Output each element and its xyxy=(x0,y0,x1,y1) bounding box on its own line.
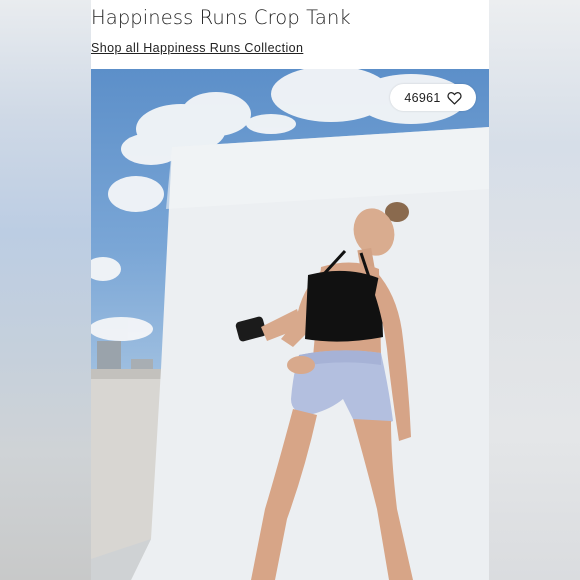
blurred-backdrop-right xyxy=(489,0,580,580)
product-card: Happiness Runs Crop Tank Shop all Happin… xyxy=(91,0,489,580)
product-title: Happiness Runs Crop Tank xyxy=(91,6,351,29)
shop-collection-link[interactable]: Shop all Happiness Runs Collection xyxy=(91,41,303,55)
product-photo[interactable] xyxy=(91,69,489,580)
product-photo-illustration xyxy=(91,69,489,580)
like-button[interactable]: 46961 xyxy=(390,84,476,111)
blurred-backdrop-left xyxy=(0,0,91,580)
like-count: 46961 xyxy=(404,90,441,105)
heart-icon xyxy=(447,91,462,105)
